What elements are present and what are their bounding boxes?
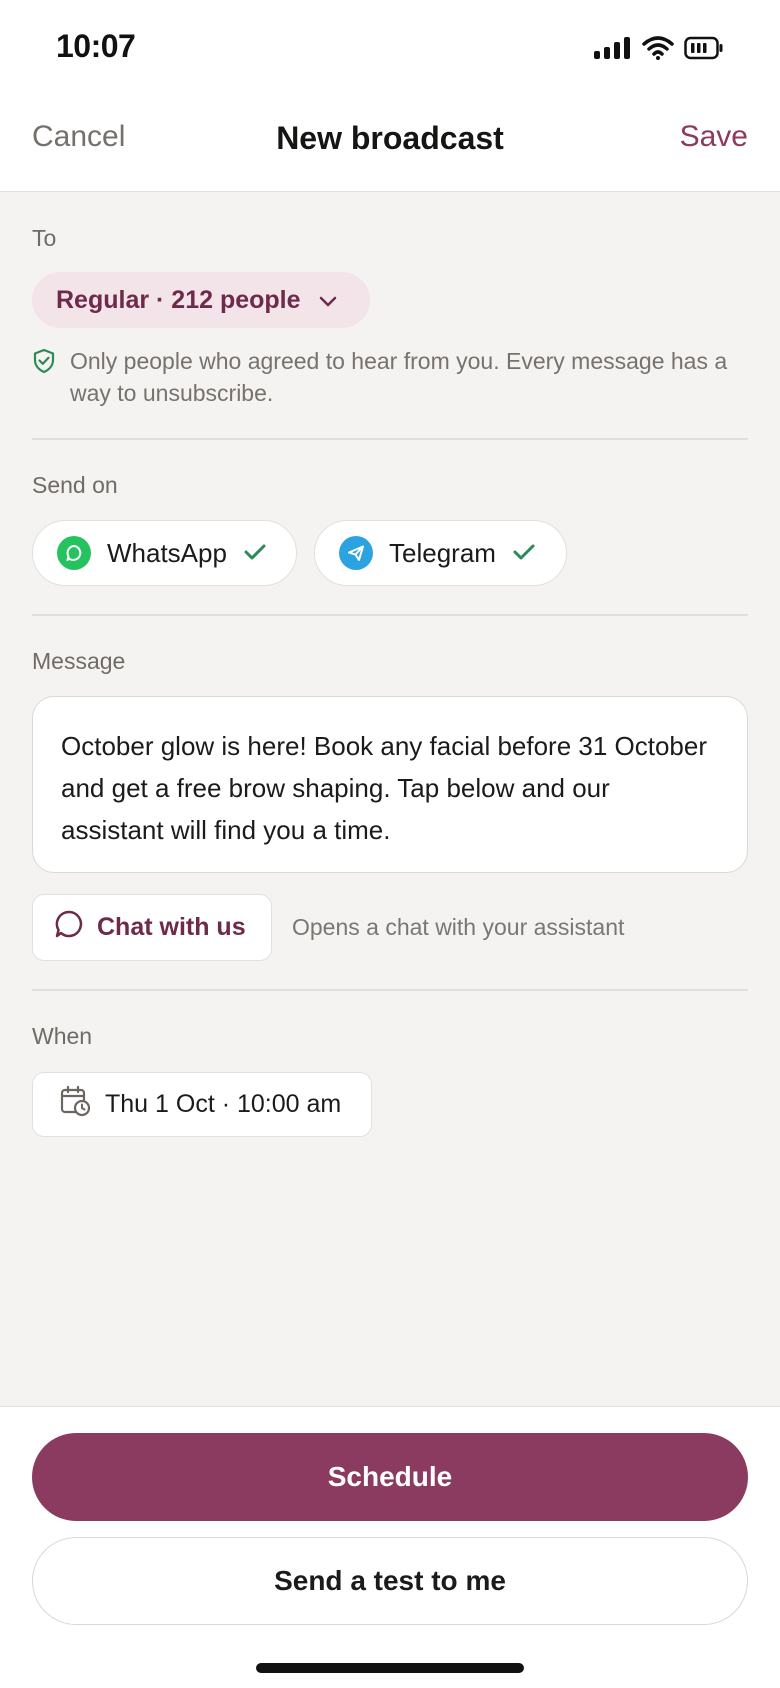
status-time: 10:07	[56, 28, 136, 64]
chevron-down-icon	[319, 286, 337, 315]
status-icons	[594, 36, 724, 65]
shield-check-icon	[32, 348, 56, 409]
divider	[32, 614, 748, 616]
when-label: When	[32, 1023, 93, 1049]
channel-name: Telegram	[389, 537, 496, 568]
channel-name: WhatsApp	[107, 537, 227, 568]
cancel-button[interactable]: Cancel	[32, 120, 125, 154]
wifi-icon	[642, 36, 674, 65]
nav-bar: Cancel New broadcast Save	[0, 96, 780, 192]
consent-text: Only people who agreed to hear from you.…	[70, 348, 728, 406]
save-button[interactable]: Save	[680, 120, 748, 154]
whatsapp-icon	[57, 536, 91, 570]
check-icon	[243, 538, 267, 569]
battery-icon	[684, 36, 724, 65]
schedule-time-picker[interactable]: Thu 1 Oct · 10:00 am	[32, 1072, 372, 1137]
send-on-label: Send on	[32, 472, 118, 498]
consent-note: Only people who agreed to hear from you.…	[32, 345, 748, 409]
chat-button-hint: Opens a chat with your assistant	[292, 914, 625, 940]
channel-chip-whatsapp[interactable]: WhatsApp	[32, 520, 297, 586]
chat-bubble-icon	[53, 908, 85, 947]
bottom-action-bar: Schedule Send a test to me	[0, 1406, 780, 1688]
check-icon	[512, 538, 536, 569]
send-test-button[interactable]: Send a test to me	[32, 1537, 748, 1625]
audience-value: Regular · 212 people	[56, 285, 301, 314]
message-textarea[interactable]: October glow is here! Book any facial be…	[32, 696, 748, 873]
chat-with-us-button[interactable]: Chat with us	[32, 894, 272, 961]
chat-button-label: Chat with us	[97, 913, 246, 941]
to-label: To	[32, 225, 57, 251]
channel-chip-telegram[interactable]: Telegram	[314, 520, 567, 586]
signal-icon	[594, 37, 632, 64]
home-indicator	[256, 1663, 524, 1673]
new-broadcast-screen: 10:07 Cancel New broadcast Save To Regul…	[0, 0, 780, 1688]
status-bar: 10:07	[0, 0, 780, 96]
schedule-button[interactable]: Schedule	[32, 1433, 748, 1521]
audience-selector[interactable]: Regular · 212 people	[32, 272, 370, 328]
telegram-icon	[339, 536, 373, 570]
calendar-clock-icon	[59, 1085, 91, 1124]
message-label: Message	[32, 648, 126, 674]
schedule-time-value: Thu 1 Oct · 10:00 am	[105, 1090, 342, 1118]
divider	[32, 989, 748, 991]
divider	[32, 438, 748, 440]
